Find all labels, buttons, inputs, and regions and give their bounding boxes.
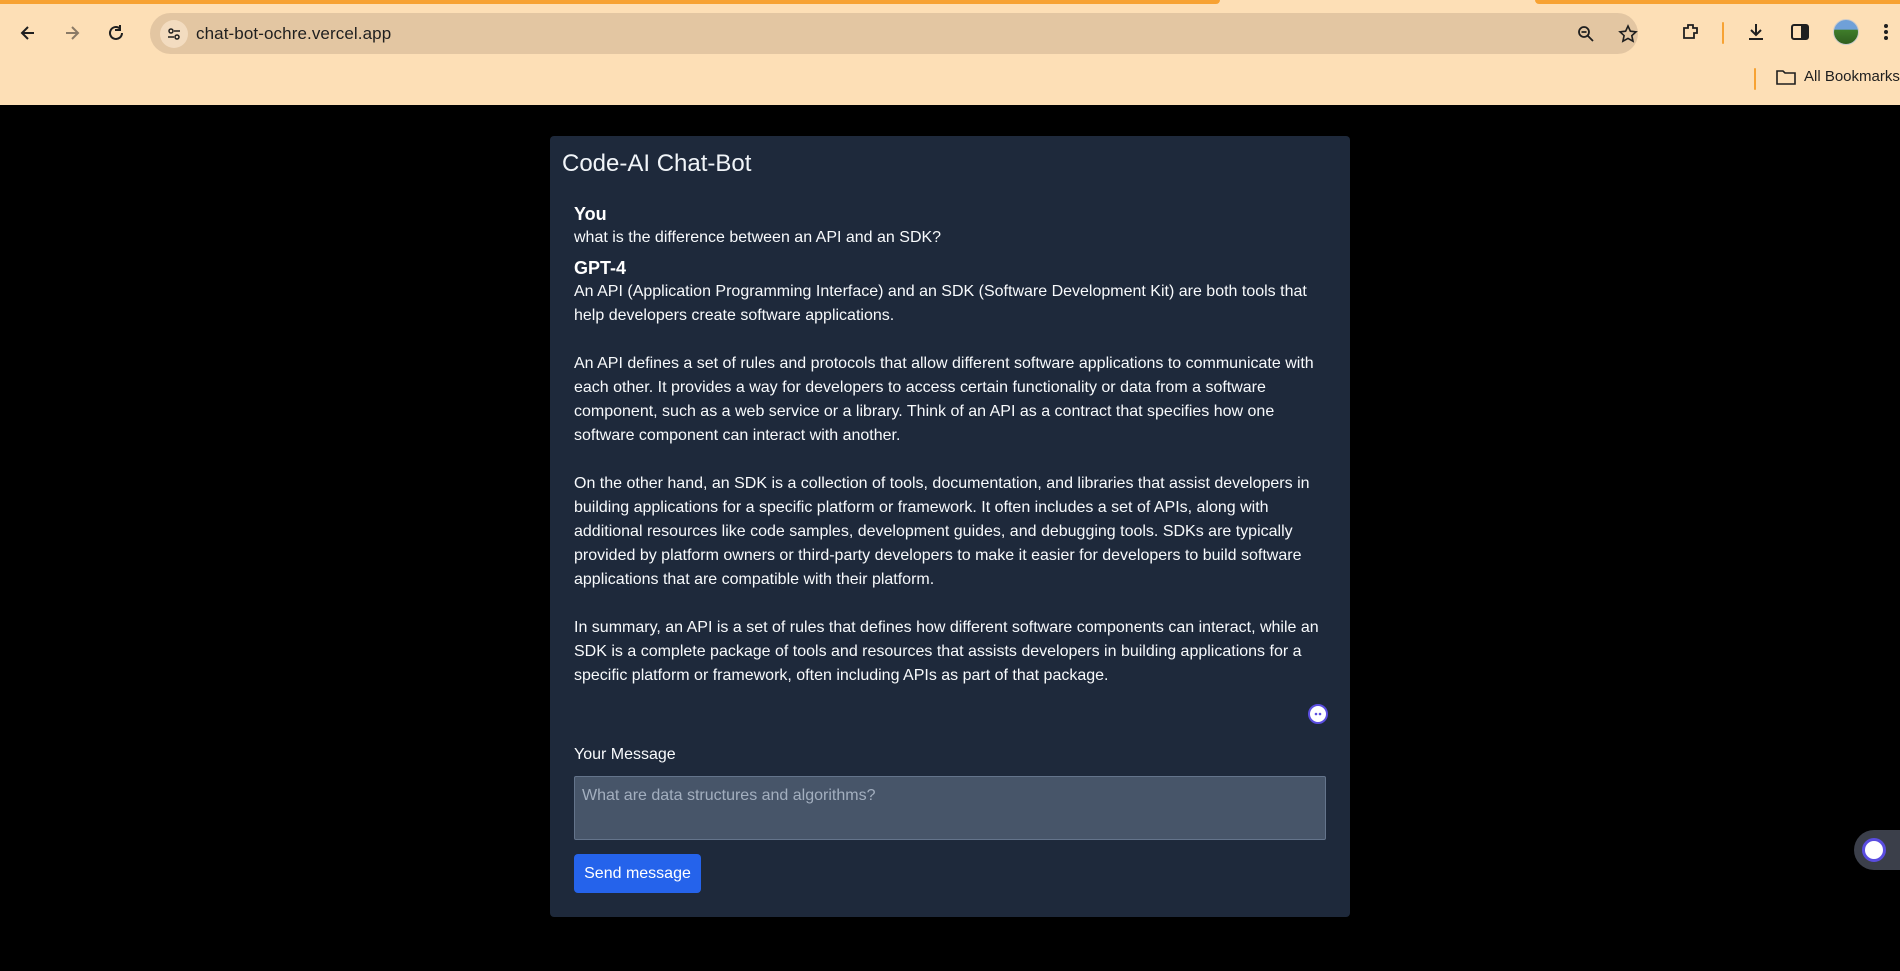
active-tab-indicator — [0, 0, 1220, 4]
side-panel-icon[interactable] — [1786, 18, 1814, 46]
bookmarks-separator — [1754, 68, 1756, 90]
back-icon[interactable] — [12, 17, 44, 49]
zoom-icon[interactable] — [1574, 22, 1598, 46]
site-info-icon[interactable] — [160, 20, 188, 48]
reload-icon[interactable] — [100, 17, 132, 49]
extensions-icon[interactable] — [1677, 18, 1705, 46]
address-bar[interactable]: chat-bot-ochre.vercel.app — [150, 13, 1638, 54]
download-icon[interactable] — [1742, 18, 1770, 46]
message-sender: You — [574, 204, 607, 224]
url-text[interactable]: chat-bot-ochre.vercel.app — [196, 24, 391, 44]
message-text: An API (Application Programming Interfac… — [574, 283, 1319, 684]
message-input-label: Your Message — [574, 746, 676, 763]
page-title: Code-AI Chat-Bot — [562, 150, 752, 177]
all-bookmarks-label[interactable]: All Bookmarks — [1804, 68, 1900, 85]
tab-indicator — [1535, 0, 1900, 4]
all-bookmarks[interactable]: All Bookmarks — [1776, 68, 1900, 85]
message-sender: GPT-4 — [574, 258, 627, 278]
bot-face-icon — [1862, 838, 1886, 862]
chat-card: Code-AI Chat-Bot You what is the differe… — [550, 136, 1350, 917]
toolbar-separator — [1722, 22, 1724, 44]
message-list: You what is the difference between an AP… — [574, 202, 1326, 688]
profile-avatar[interactable] — [1832, 18, 1860, 46]
browser-toolbar: chat-bot-ochre.vercel.app All Bookmarks — [0, 0, 1900, 105]
bookmark-star-icon[interactable] — [1616, 22, 1640, 46]
folder-icon — [1776, 69, 1796, 85]
forward-icon[interactable] — [56, 17, 88, 49]
menu-icon[interactable] — [1872, 18, 1900, 46]
send-message-button[interactable]: Send message — [574, 854, 701, 893]
floating-assistant-widget[interactable] — [1854, 830, 1900, 870]
assistant-bot-icon[interactable] — [1308, 704, 1328, 724]
message-input[interactable] — [574, 776, 1326, 840]
message-text: what is the difference between an API an… — [574, 229, 942, 246]
message-user: You what is the difference between an AP… — [574, 202, 1326, 250]
message-assistant: GPT-4 An API (Application Programming In… — [574, 256, 1326, 688]
